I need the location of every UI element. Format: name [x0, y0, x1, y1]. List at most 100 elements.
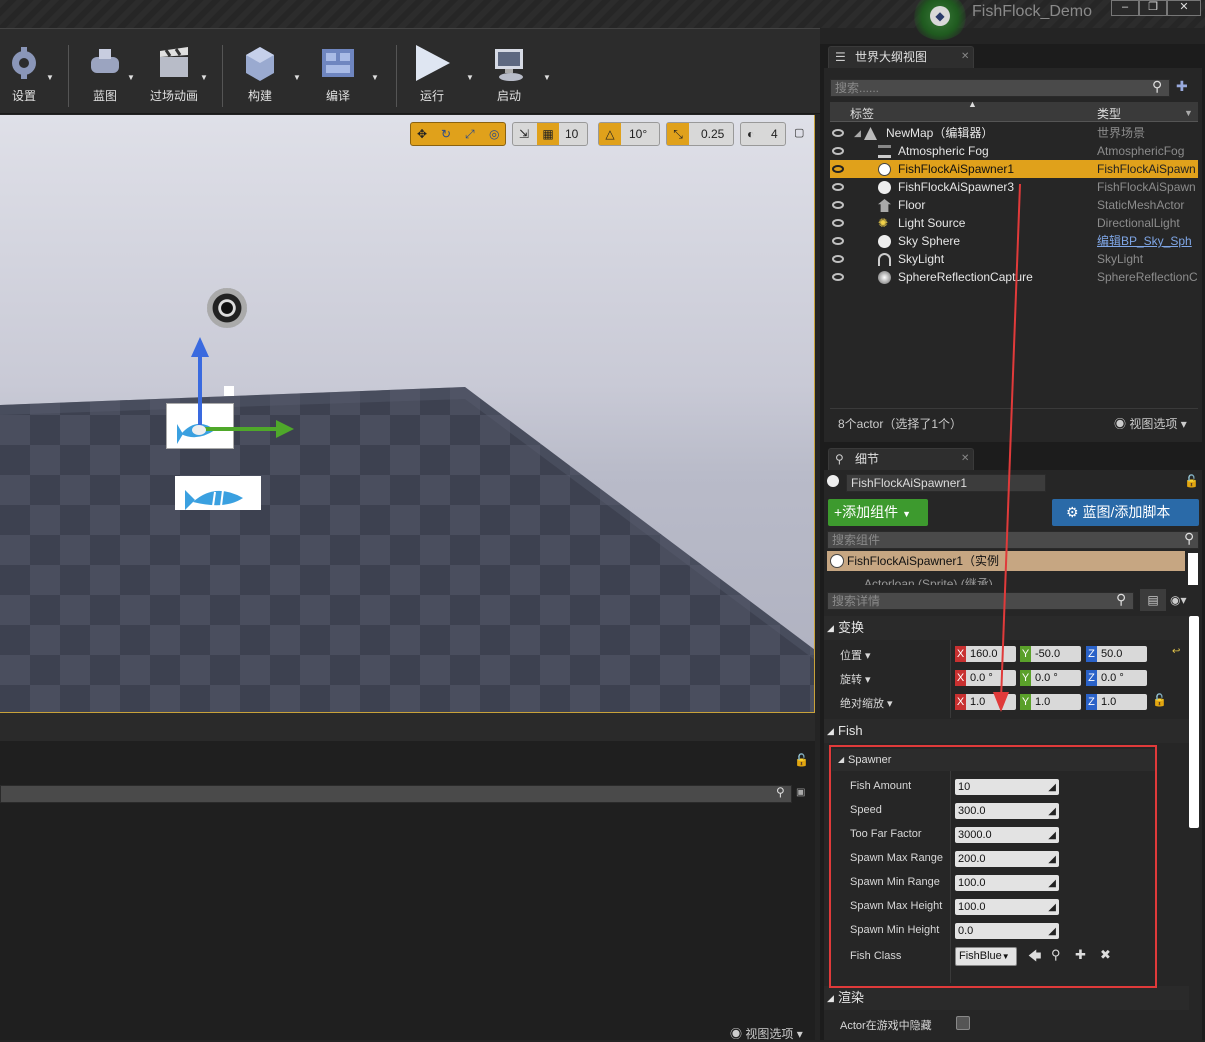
tab-close-icon[interactable]: ✕ [961, 449, 969, 469]
highlight-box [829, 745, 1157, 988]
camera-icon[interactable]: ◐ [747, 123, 754, 145]
save-icon[interactable]: ▣ [796, 787, 805, 798]
eye-icon[interactable] [832, 147, 844, 155]
search-icon[interactable]: ⚲ [1152, 78, 1162, 95]
lower-view-options[interactable]: ◉ 视图选项 ▾ [730, 1025, 803, 1042]
outliner-view-options[interactable]: ◉ 视图选项 ▾ [1114, 415, 1187, 432]
toolbar-launch-button[interactable]: 启动 [486, 43, 532, 109]
actor-sphere-icon [878, 181, 891, 194]
eye-icon[interactable] [832, 201, 844, 209]
tab-details[interactable]: ⚲ 细节 ✕ [828, 448, 974, 470]
component-scrollbar[interactable] [1188, 553, 1198, 585]
chevron-down-icon: ▾ [1177, 417, 1187, 431]
scale-snap-group[interactable]: ⤡ 0.25 [666, 122, 734, 146]
transform-mode-group[interactable]: ✥ ↻ ⤢ ◎ [410, 122, 506, 146]
property-matrix-icon[interactable]: ▤ [1140, 589, 1166, 611]
camera-speed-value[interactable]: 4 [771, 123, 778, 145]
sky-sphere-icon[interactable] [207, 288, 247, 328]
sun-icon: ✺ [878, 216, 889, 230]
gizmo-y-axis[interactable] [200, 427, 280, 431]
reset-icon[interactable]: ↩ [1172, 646, 1180, 657]
close-button[interactable]: ✕ [1167, 0, 1201, 16]
sort-ascending-icon[interactable]: ▲ [968, 99, 977, 109]
toolbar-settings-button[interactable]: 设置 [2, 43, 46, 109]
grid-icon[interactable]: ▦ [537, 123, 559, 145]
grid-snap-value[interactable]: 10 [565, 123, 578, 145]
maximize-button[interactable]: ❐ [1139, 0, 1167, 16]
location-label[interactable]: 位置 ▾ [840, 647, 871, 663]
rotate-icon[interactable]: ↻ [441, 123, 451, 145]
hidden-in-game-checkbox[interactable] [956, 1016, 970, 1030]
gizmo-z-arrow[interactable] [191, 337, 209, 357]
gizmo-plane-handle[interactable] [224, 386, 234, 396]
gizmo-center[interactable] [192, 425, 206, 435]
scale-label[interactable]: 绝对缩放 ▾ [840, 695, 893, 711]
move-icon[interactable]: ✥ [417, 123, 427, 145]
col-type[interactable]: 类型 [1097, 105, 1121, 122]
tab-world-outliner[interactable]: ☰ 世界大纲视图 ✕ [828, 46, 974, 68]
rotation-snap-value[interactable]: 10° [629, 123, 647, 145]
scale-snap-value[interactable]: 0.25 [701, 123, 724, 145]
scale-icon[interactable]: ⤢ [465, 123, 475, 145]
actor-sphere-icon [827, 475, 839, 487]
toolbar-cinematics-button[interactable]: 过场动画 [148, 43, 200, 109]
maximize-viewport-icon[interactable]: ▢ [794, 126, 804, 139]
eye-icon[interactable] [832, 183, 844, 191]
chevron-down-icon: ▾ [793, 1027, 803, 1041]
toolbar-blueprint-button[interactable]: 蓝图 [82, 43, 128, 109]
gizmo-y-arrow[interactable] [276, 420, 294, 438]
edit-blueprint-link[interactable]: 编辑BP_Sky_Sph [1097, 232, 1197, 250]
gizmo-z-axis[interactable] [198, 347, 202, 427]
add-filter-icon[interactable]: ✚ [1176, 78, 1188, 95]
fish-spawner-sprite[interactable] [175, 476, 261, 510]
surface-snap-icon[interactable]: ⇲ [519, 123, 529, 145]
search-icon[interactable]: ⚲ [1184, 530, 1194, 547]
level-viewport[interactable]: ✥ ↻ ⤢ ◎ ⇲ ▦ 10 △ 10° ⤡ 0.25 ◐ 4 ▢ [0, 115, 815, 713]
item-name: NewMap（编辑器） [886, 126, 994, 140]
details-scrollbar[interactable] [1189, 616, 1199, 828]
search-icon[interactable]: ⚲ [776, 785, 785, 799]
lower-search-input[interactable] [0, 785, 792, 803]
eye-dropdown-icon[interactable]: ◉▾ [1170, 593, 1187, 607]
minimize-button[interactable]: ‒ [1111, 0, 1139, 16]
scale-snap-icon[interactable]: ⤡ [667, 123, 689, 145]
eye-icon[interactable] [832, 255, 844, 263]
lock-icon[interactable]: 🔓 [794, 753, 809, 767]
rotation-snap-group[interactable]: △ 10° [598, 122, 660, 146]
sphere-icon [878, 235, 891, 248]
render-label: 渲染 [838, 990, 865, 1005]
tab-close-icon[interactable]: ✕ [961, 47, 969, 67]
toolbar-play-button[interactable]: 运行 [410, 43, 454, 109]
col-label[interactable]: 标签 [850, 105, 874, 122]
eye-icon[interactable] [832, 219, 844, 227]
toolbar-build-button[interactable]: 构建 [238, 43, 282, 109]
blueprint-add-script-button[interactable]: ⚙ 蓝图/添加脚本 [1052, 499, 1199, 526]
toolbar-compile-button[interactable]: 编译 [316, 43, 360, 109]
angle-icon[interactable]: △ [599, 123, 621, 145]
outliner-row[interactable]: ◢ NewMap（编辑器） 世界场景 [830, 124, 1198, 142]
gear-icon: ⚙ [1066, 504, 1083, 520]
fish-section[interactable]: ◢ Fish [824, 719, 1189, 743]
rotation-label[interactable]: 旋转 ▾ [840, 671, 871, 687]
render-section[interactable]: ◢ 渲染 [824, 986, 1189, 1010]
grid-snap-group[interactable]: ⇲ ▦ 10 [512, 122, 588, 146]
eye-icon[interactable] [832, 129, 844, 137]
eye-icon[interactable] [832, 237, 844, 245]
search-icon[interactable]: ⚲ [1116, 591, 1126, 608]
chevron-down-icon[interactable]: ▼ [1184, 108, 1193, 118]
expand-icon[interactable]: ◢ [854, 124, 861, 142]
lock-icon[interactable]: 🔓 [1184, 474, 1199, 488]
search-details-input[interactable]: 搜索详情 [827, 592, 1134, 610]
camera-speed-group[interactable]: ◐ 4 [740, 122, 786, 146]
add-component-button[interactable]: +添加组件 ▼ [828, 499, 928, 526]
outliner-row[interactable]: Atmospheric Fog AtmosphericFog [830, 142, 1198, 160]
eye-icon[interactable] [832, 273, 844, 281]
outliner-search-input[interactable]: 搜索...... [830, 79, 1170, 97]
world-icon[interactable]: ◎ [489, 123, 499, 145]
map-icon [864, 127, 877, 140]
eye-icon[interactable] [832, 165, 844, 173]
lock-icon[interactable]: 🔓 [1152, 693, 1167, 707]
outliner-row-selected[interactable]: FishFlockAiSpawner1 FishFlockAiSpawn [830, 160, 1198, 178]
settings-icon [4, 43, 44, 83]
view-options-label: 视图选项 [745, 1027, 794, 1041]
